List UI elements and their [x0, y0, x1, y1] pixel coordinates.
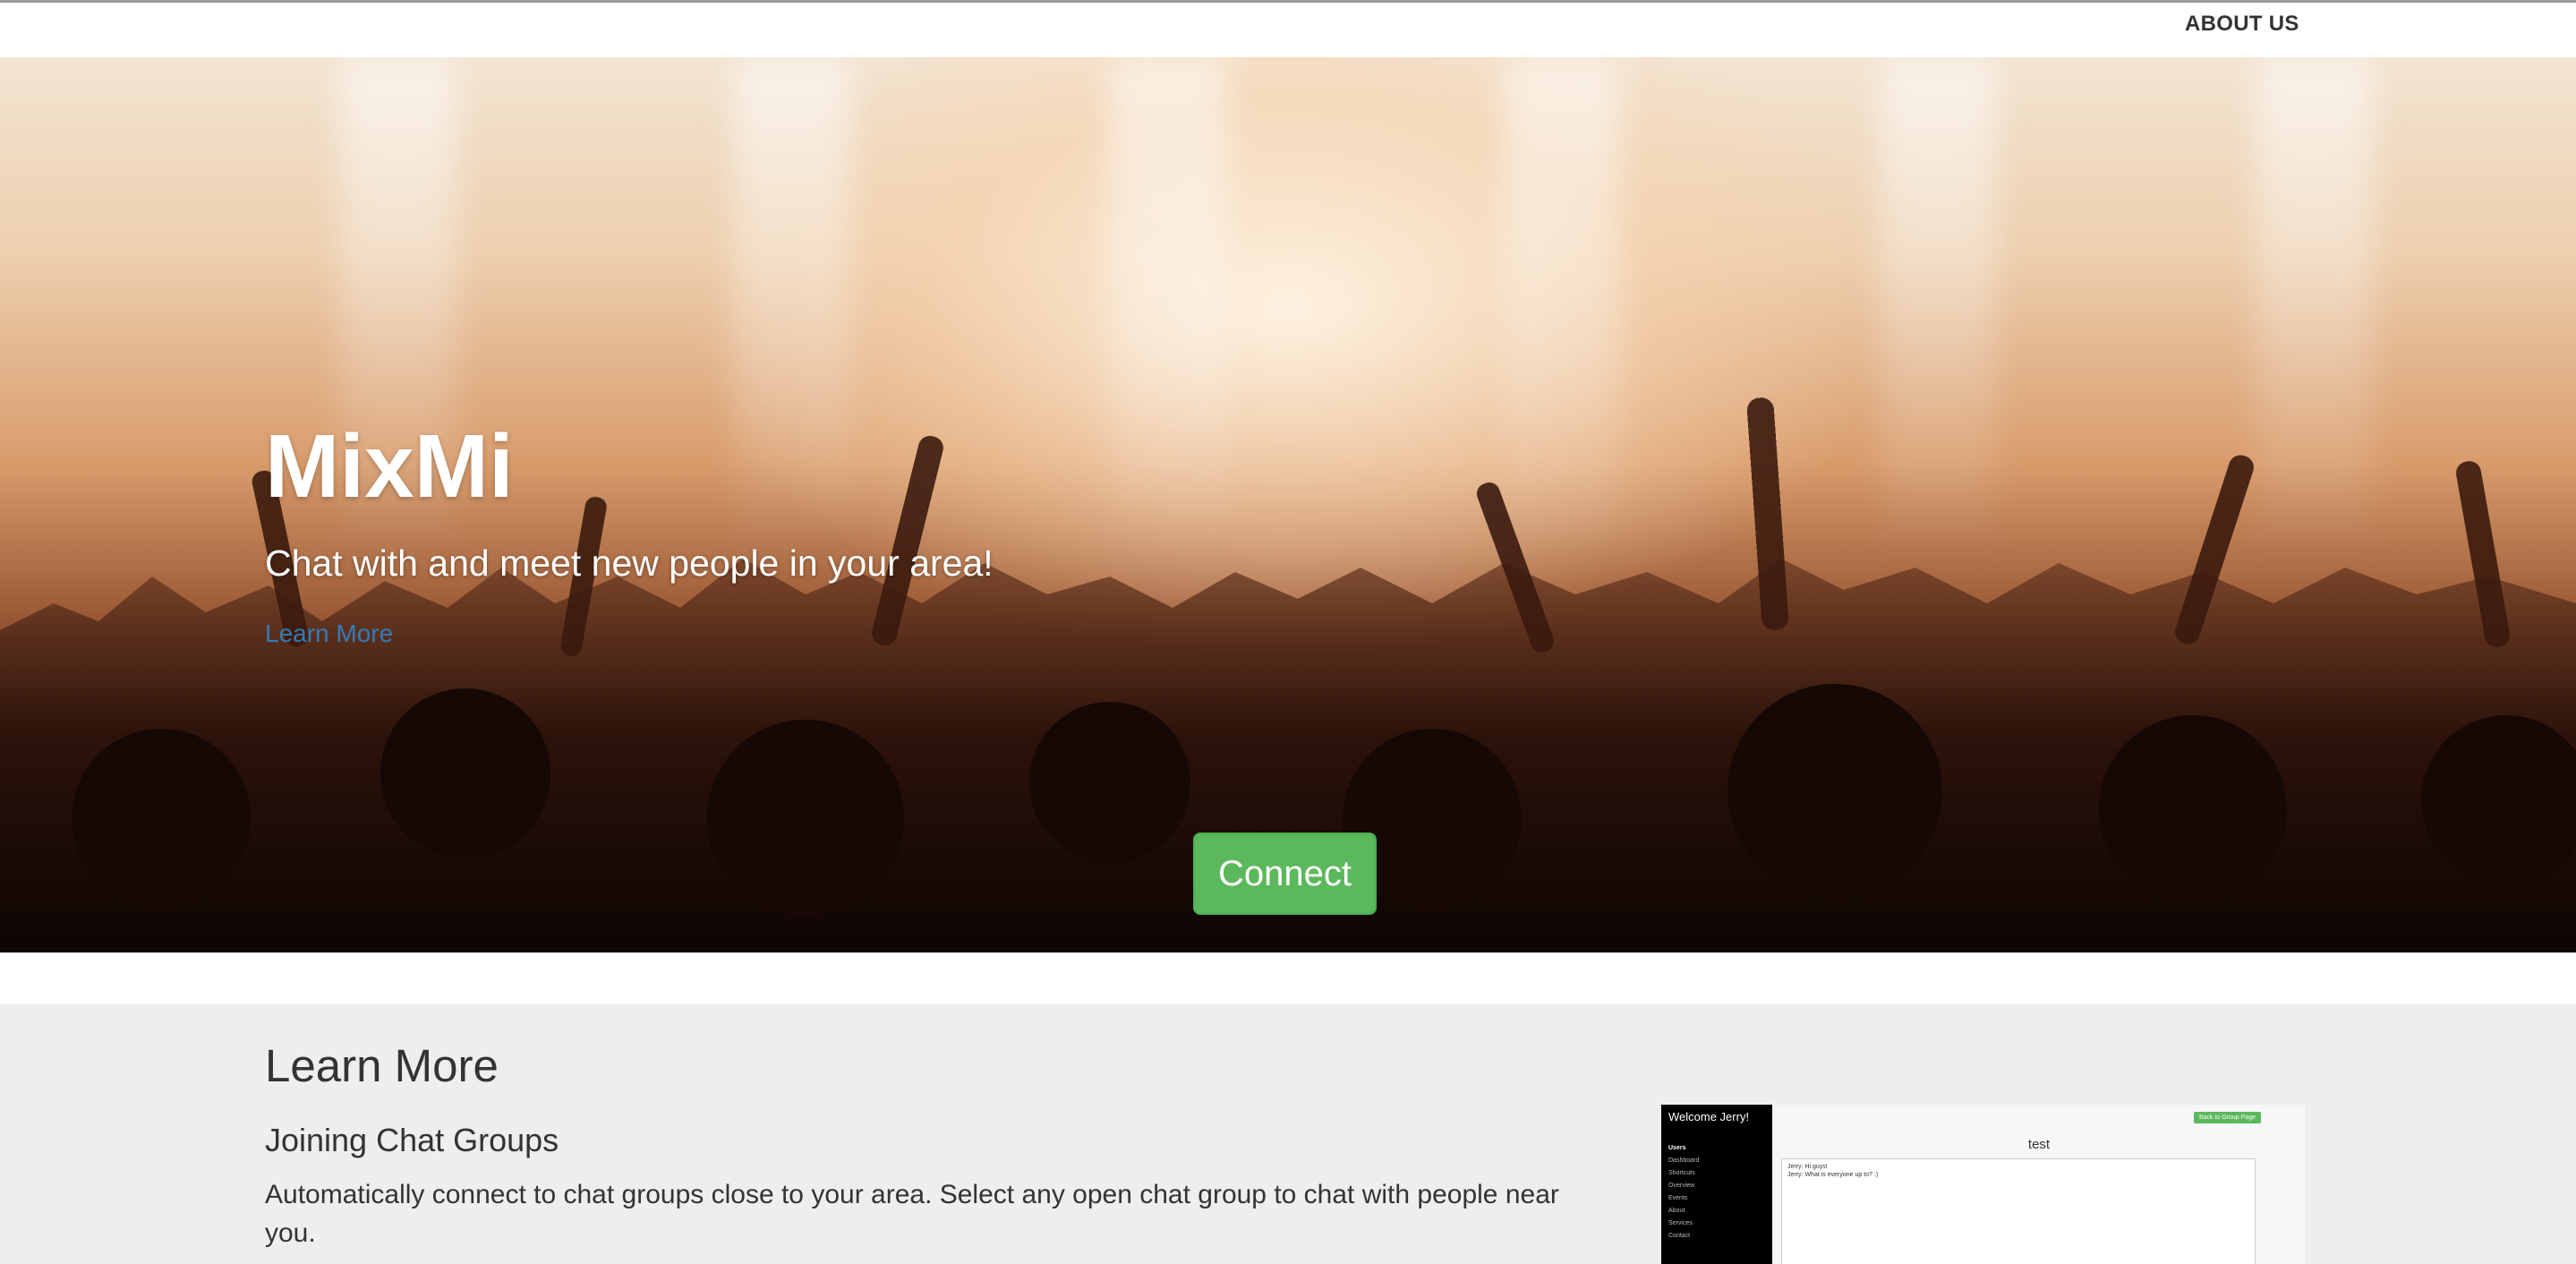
connect-button[interactable]: Connect: [1193, 833, 1377, 915]
preview-menu-item: Contact: [1668, 1233, 1691, 1239]
preview-menu-item: Services: [1668, 1220, 1693, 1226]
preview-menu-item: Dashboard: [1668, 1157, 1700, 1164]
preview-menu-item: Overview: [1668, 1183, 1695, 1189]
learn-more-link[interactable]: Learn More: [265, 619, 393, 648]
preview-room-title: test: [2027, 1137, 2051, 1152]
preview-message: Jerry: Hi guys!: [1787, 1164, 1828, 1170]
chat-screenshot-preview: Welcome Jerry! Users Dashboard Shortcuts…: [1661, 1105, 2306, 1264]
top-navbar: ABOUT US: [0, 0, 2576, 57]
preview-menu-item: About: [1668, 1208, 1685, 1214]
preview-menu-header: Users: [1668, 1145, 1686, 1151]
preview-menu-item: Events: [1668, 1195, 1688, 1201]
preview-message-box: Jerry: Hi guys! Jerry: What is everyone …: [1781, 1158, 2256, 1264]
preview-chat-area: Back to Group Page test Jerry: Hi guys! …: [1772, 1105, 2306, 1264]
preview-back-button: Back to Group Page: [2193, 1112, 2261, 1123]
learn-more-section: Learn More Joining Chat Groups Automatic…: [0, 1004, 2576, 1264]
page: ABOUT US MixMi Chat with and meet new pe…: [0, 0, 2576, 1264]
hero-section: MixMi Chat with and meet new people in y…: [0, 57, 2576, 952]
learn-more-heading: Learn More: [265, 1040, 499, 1091]
preview-menu: Users Dashboard Shortcuts Overview Event…: [1668, 1142, 1699, 1243]
preview-message: Jerry: What is everyone up to? :): [1787, 1172, 1879, 1178]
hero-subtitle: Chat with and meet new people in your ar…: [265, 542, 994, 584]
preview-welcome-text: Welcome Jerry!: [1668, 1110, 1750, 1123]
nav-about-us-link[interactable]: ABOUT US: [2185, 12, 2299, 37]
hero-title: MixMi: [265, 416, 514, 517]
feature-title: Joining Chat Groups: [265, 1122, 559, 1158]
preview-menu-item: Shortcuts: [1668, 1170, 1695, 1176]
feature-description: Automatically connect to chat groups clo…: [265, 1180, 1559, 1248]
preview-sidebar: Welcome Jerry! Users Dashboard Shortcuts…: [1661, 1105, 1772, 1264]
